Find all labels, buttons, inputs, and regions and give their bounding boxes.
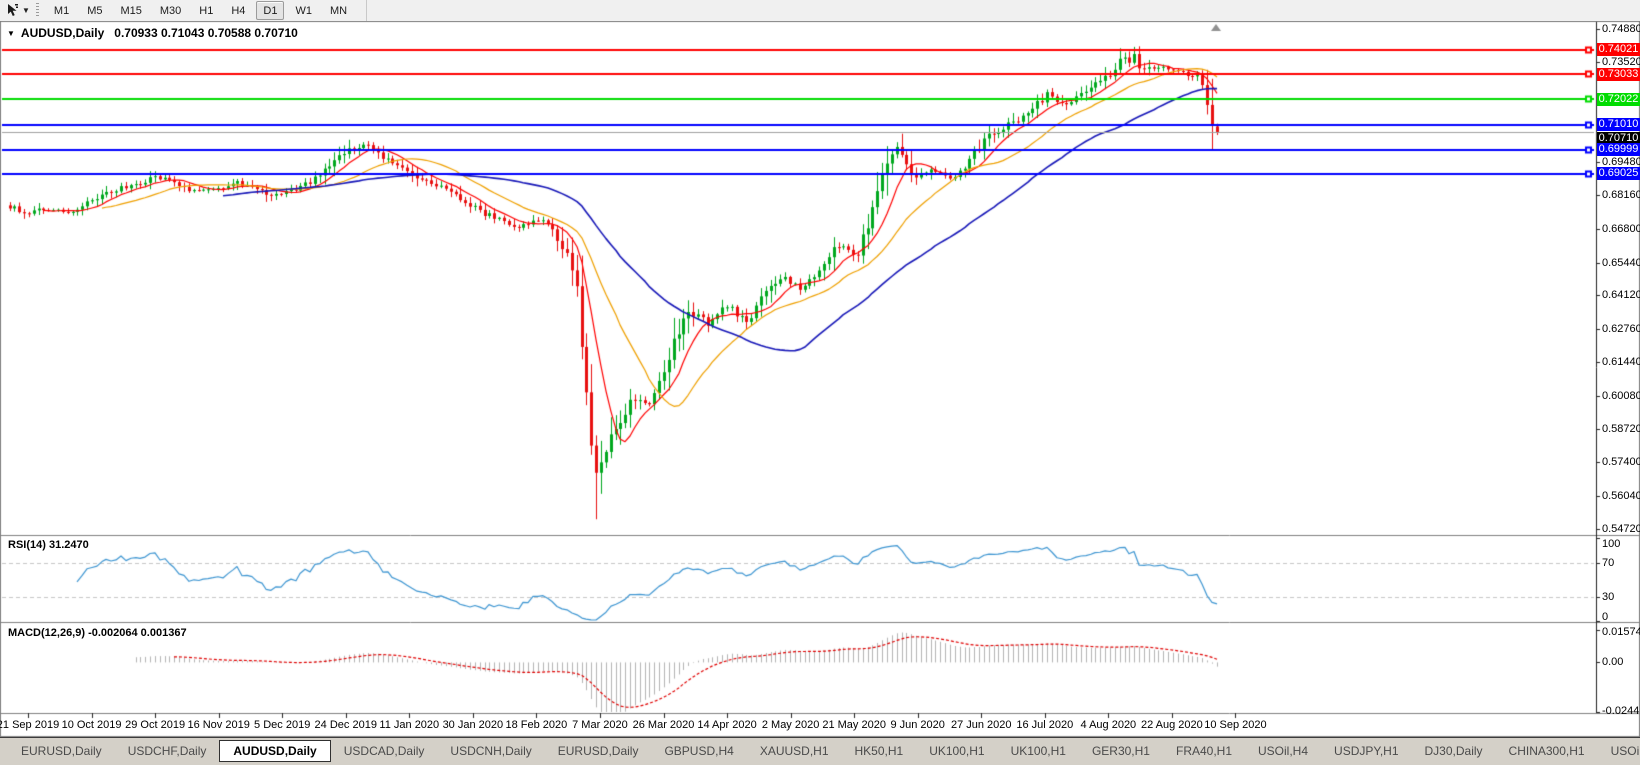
timeframe-button-h4[interactable]: H4 [224, 1, 252, 20]
chart-ohlc-values: 0.70933 0.71043 0.70588 0.70710 [114, 26, 298, 40]
timeframe-button-m5[interactable]: M5 [80, 1, 109, 20]
date-tick-label: 5 Dec 2019 [254, 719, 311, 731]
date-tick-label: 21 Sep 2019 [0, 719, 60, 731]
price-tick-label: 0.58720 [1602, 423, 1640, 436]
tab-uk100-h1[interactable]: UK100,H1 [916, 740, 997, 762]
price-level-badge: 0.72022 [1597, 92, 1640, 106]
tab-ger30-h1[interactable]: GER30,H1 [1079, 740, 1163, 762]
chart-symbol-period: AUDUSD,Daily [20, 26, 105, 40]
price-tick-label: 0.60080 [1602, 389, 1640, 402]
chart-area: ▼ AUDUSD,Daily 0.70933 0.71043 0.70588 0… [0, 21, 1640, 737]
date-tick-label: 21 May 2020 [822, 719, 886, 731]
rsi-indicator-label: RSI(14) 31.2470 [8, 539, 89, 551]
tool-dropdown-arrow-icon[interactable]: ▼ [22, 6, 30, 15]
rsi-tick-label: 30 [1602, 590, 1615, 603]
tab-uk100-h1[interactable]: UK100,H1 [998, 740, 1079, 762]
date-tick-label: 10 Oct 2019 [61, 719, 122, 731]
tab-dj30-daily[interactable]: DJ30,Daily [1412, 740, 1496, 762]
price-level-badge: 0.71010 [1597, 118, 1640, 131]
price-tick-label: 0.61440 [1602, 355, 1640, 368]
tab-usdchf-daily[interactable]: USDCHF,Daily [115, 740, 220, 762]
price-chart-canvas[interactable] [0, 21, 1640, 737]
toolbar-separator [366, 0, 368, 21]
macd-tick-label: -0.024412 [1602, 705, 1640, 717]
date-tick-label: 11 Jan 2020 [379, 719, 440, 731]
timeframe-toolbar: ▼ M1 M5 M15 M30 H1 H4 D1 W1 MN [0, 0, 1640, 21]
tab-eurusd-daily[interactable]: EURUSD,Daily [545, 740, 652, 762]
date-tick-label: 27 Jun 2020 [950, 719, 1012, 731]
price-tick-label: 0.74880 [1602, 23, 1640, 35]
tab-usoil-h1[interactable]: USOil,H1 [1598, 740, 1640, 762]
tab-audusd-daily[interactable]: AUDUSD,Daily [219, 740, 331, 762]
collapse-triangle-icon[interactable]: ▼ [7, 29, 15, 38]
macd-tick-label: 0.00 [1602, 656, 1624, 669]
date-tick-label: 30 Jan 2020 [442, 719, 504, 731]
tab-usdcad-daily[interactable]: USDCAD,Daily [331, 740, 438, 762]
timeframe-button-m15[interactable]: M15 [113, 1, 148, 20]
tab-xauusd-h1[interactable]: XAUUSD,H1 [747, 740, 842, 762]
timeframe-button-m1[interactable]: M1 [47, 1, 76, 20]
crosshair-cursor-tool-icon[interactable] [3, 2, 21, 19]
date-tick-label: 16 Nov 2019 [187, 719, 250, 731]
date-tick-label: 10 Sep 2020 [1204, 719, 1267, 731]
price-tick-label: 0.65440 [1602, 256, 1640, 269]
tab-usdcnh-daily[interactable]: USDCNH,Daily [437, 740, 544, 762]
date-tick-label: 22 Aug 2020 [1140, 719, 1203, 731]
date-tick-label: 18 Feb 2020 [505, 719, 568, 731]
date-tick-label: 4 Aug 2020 [1080, 719, 1137, 731]
date-tick-label: 2 May 2020 [761, 719, 820, 731]
timeframe-buttons-group: M1 M5 M15 M30 H1 H4 D1 W1 MN [45, 1, 356, 20]
price-tick-label: 0.56040 [1602, 489, 1640, 502]
tab-gbpusd-h4[interactable]: GBPUSD,H4 [651, 740, 746, 762]
tab-hk50-h1[interactable]: HK50,H1 [842, 740, 917, 762]
price-level-badge: 0.74021 [1597, 43, 1640, 57]
chart-tab-bar: EURUSD,Daily USDCHF,Daily AUDUSD,Daily USDC… [0, 737, 1640, 765]
tab-usdjpy-h1[interactable]: USDJPY,H1 [1321, 740, 1411, 762]
rsi-tick-label: 0 [1602, 611, 1609, 623]
price-tick-label: 0.54720 [1602, 522, 1640, 535]
mt4-window: ▼ M1 M5 M15 M30 H1 H4 D1 W1 MN ▼ AUDUSD,Daily 0.… [0, 0, 1640, 765]
timeframe-button-d1[interactable]: D1 [256, 1, 285, 20]
timeframe-button-m30[interactable]: M30 [153, 1, 188, 20]
price-level-badge: 0.69025 [1597, 167, 1640, 181]
macd-indicator-label: MACD(12,26,9) -0.002064 0.001367 [8, 627, 187, 639]
date-tick-label: 16 Jul 2020 [1016, 719, 1074, 731]
tab-usoil-h4[interactable]: USOil,H4 [1245, 740, 1321, 762]
rsi-tick-label: 70 [1602, 556, 1615, 569]
timeframe-button-mn[interactable]: MN [323, 1, 354, 20]
tab-eurusd-daily[interactable]: EURUSD,Daily [8, 740, 115, 762]
tab-fra40-h1[interactable]: FRA40,H1 [1163, 740, 1245, 762]
price-tick-label: 0.73520 [1602, 56, 1640, 69]
price-tick-label: 0.62760 [1602, 323, 1640, 336]
date-tick-label: 29 Oct 2019 [125, 719, 186, 731]
price-tick-label: 0.68160 [1602, 189, 1640, 202]
price-level-badge: 0.69999 [1597, 143, 1640, 157]
date-tick-label: 24 Dec 2019 [314, 719, 377, 731]
price-level-badge: 0.73033 [1597, 67, 1640, 81]
rsi-tick-label: 100 [1602, 538, 1621, 550]
date-tick-label: 9 Jun 2020 [890, 719, 945, 731]
toolbar-grip[interactable] [35, 3, 39, 18]
macd-tick-label: 0.015741 [1602, 626, 1640, 638]
date-tick-label: 7 Mar 2020 [572, 719, 628, 731]
date-tick-label: 14 Apr 2020 [697, 719, 757, 731]
price-tick-label: 0.57400 [1602, 456, 1640, 469]
tab-china300-h1[interactable]: CHINA300,H1 [1496, 740, 1598, 762]
date-tick-label: 26 Mar 2020 [632, 719, 695, 731]
timeframe-button-h1[interactable]: H1 [192, 1, 220, 20]
chart-title: ▼ AUDUSD,Daily 0.70933 0.71043 0.70588 0… [7, 26, 298, 40]
price-tick-label: 0.66800 [1602, 222, 1640, 235]
timeframe-button-w1[interactable]: W1 [288, 1, 319, 20]
price-tick-label: 0.64120 [1602, 289, 1640, 302]
